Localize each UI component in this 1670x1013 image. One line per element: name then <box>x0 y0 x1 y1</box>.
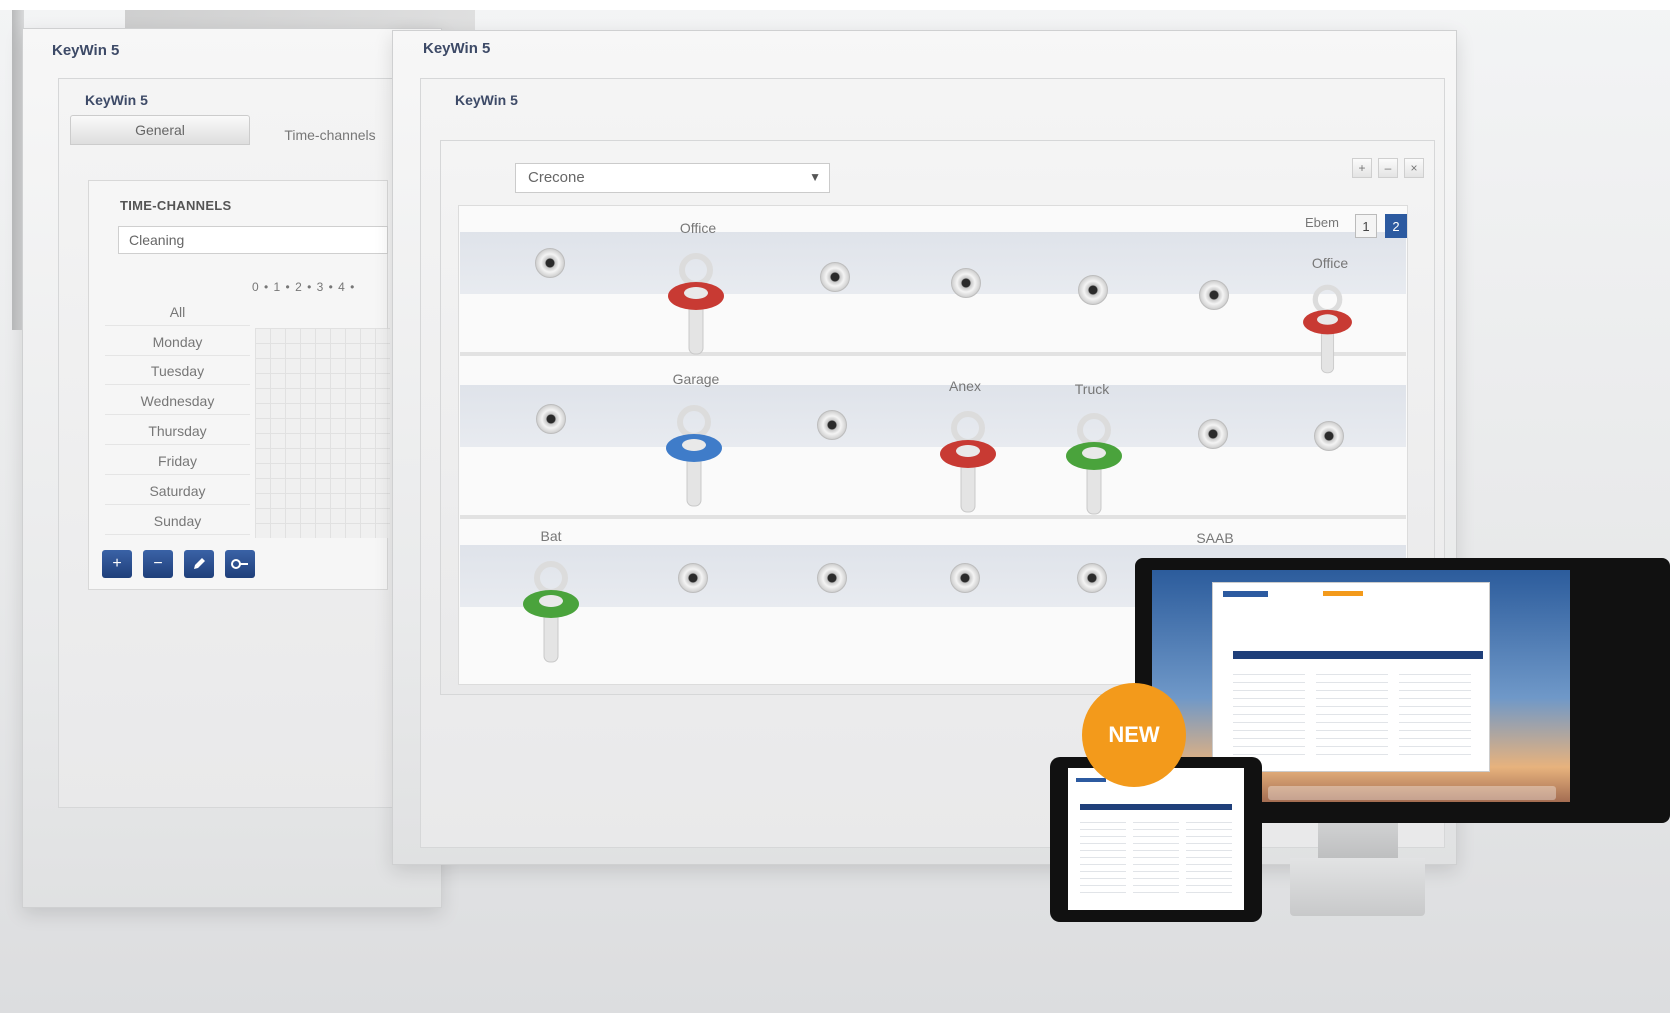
empty-hook[interactable] <box>817 410 847 440</box>
inner-close-button[interactable]: × <box>1404 158 1424 178</box>
minus-icon: − <box>153 555 163 572</box>
chevron-down-icon: ▼ <box>809 170 821 184</box>
schedule-grid[interactable] <box>255 328 390 538</box>
row-divider <box>460 515 1406 519</box>
monitor-stand <box>1290 858 1425 916</box>
top-strip <box>0 0 1670 10</box>
row-divider <box>460 352 1406 356</box>
key-office-2-red[interactable] <box>1300 282 1355 378</box>
day-row-all[interactable]: All <box>105 298 250 326</box>
app-nav-active <box>1323 591 1363 596</box>
os-dock <box>1268 786 1556 800</box>
new-badge: NEW <box>1082 683 1186 787</box>
cabinet-select[interactable]: Crecone ▼ <box>515 163 830 193</box>
tab-general[interactable]: General <box>70 115 250 145</box>
monitor-stand-neck <box>1318 820 1398 860</box>
app-column <box>1316 667 1388 762</box>
key-label-boat: Bat <box>540 528 562 544</box>
pencil-icon <box>194 558 205 569</box>
time-channels-heading: TIME-CHANNELS <box>120 198 232 213</box>
tablet-column <box>1133 816 1179 896</box>
empty-hook[interactable] <box>817 563 847 593</box>
empty-hook[interactable] <box>536 404 566 434</box>
key-label-garage: Garage <box>672 371 720 387</box>
key-office-red[interactable] <box>665 250 727 360</box>
edit-button[interactable] <box>184 550 214 578</box>
inner-window-controls: + – × <box>1352 158 1424 178</box>
empty-hook[interactable] <box>951 268 981 298</box>
back-window-title: KeyWin 5 <box>52 42 120 59</box>
inner-minimize-button[interactable]: – <box>1378 158 1398 178</box>
page-button-2[interactable]: 2 <box>1385 214 1407 238</box>
day-row-wednesday[interactable]: Wednesday <box>105 387 250 415</box>
empty-hook[interactable] <box>1314 421 1344 451</box>
day-row-tuesday[interactable]: Tuesday <box>105 357 250 385</box>
tablet-app-logo <box>1076 778 1106 782</box>
tablet-table-header <box>1080 804 1232 810</box>
day-row-sunday[interactable]: Sunday <box>105 507 250 535</box>
tablet-screen <box>1068 768 1244 910</box>
page-button-1[interactable]: 1 <box>1355 214 1377 238</box>
key-label-saab: SAAB <box>1196 530 1234 546</box>
app-logo <box>1223 591 1268 597</box>
empty-hook[interactable] <box>1077 563 1107 593</box>
keys-label: Ebem <box>1305 215 1339 230</box>
inner-maximize-button[interactable]: + <box>1352 158 1372 178</box>
empty-hook[interactable] <box>1198 419 1228 449</box>
key-boat-green[interactable] <box>520 558 582 668</box>
web-app-screenshot <box>1212 582 1490 772</box>
key-row-band-2 <box>460 385 1406 447</box>
empty-hook[interactable] <box>820 262 850 292</box>
app-column <box>1399 667 1471 762</box>
hour-scale: 0 • 1 • 2 • 3 • 4 • <box>252 280 356 294</box>
key-truck-green[interactable] <box>1063 410 1125 520</box>
key-row-band-1 <box>460 232 1406 294</box>
back-inner-title: KeyWin 5 <box>85 92 148 108</box>
empty-hook[interactable] <box>1199 280 1229 310</box>
day-row-friday[interactable]: Friday <box>105 447 250 475</box>
cabinet-select-value: Crecone <box>528 169 585 186</box>
key-label-anex: Anex <box>949 378 981 394</box>
tablet-column <box>1080 816 1126 896</box>
empty-hook[interactable] <box>950 563 980 593</box>
empty-hook[interactable] <box>1078 275 1108 305</box>
key-anex-red[interactable] <box>937 408 999 518</box>
day-row-thursday[interactable]: Thursday <box>105 417 250 445</box>
key-label-office: Office <box>679 220 717 236</box>
app-column <box>1233 667 1305 762</box>
key-label-truck: Truck <box>1074 381 1110 397</box>
remove-button[interactable]: − <box>143 550 173 578</box>
add-button[interactable]: + <box>102 550 132 578</box>
key-label-office-2: Office <box>1311 255 1349 271</box>
empty-hook[interactable] <box>678 563 708 593</box>
key-icon <box>231 559 248 569</box>
tab-time-channels[interactable]: Time-channels <box>260 120 400 150</box>
empty-hook[interactable] <box>535 248 565 278</box>
key-action-button[interactable] <box>225 550 255 578</box>
plus-icon: + <box>112 555 122 572</box>
main-inner-title: KeyWin 5 <box>455 92 518 108</box>
tablet-column <box>1186 816 1232 896</box>
day-row-monday[interactable]: Monday <box>105 328 250 356</box>
app-table-header <box>1233 651 1483 659</box>
channel-field[interactable]: Cleaning <box>118 226 388 254</box>
key-garage-blue[interactable] <box>663 402 725 512</box>
day-row-saturday[interactable]: Saturday <box>105 477 250 505</box>
main-window-title: KeyWin 5 <box>423 40 491 57</box>
